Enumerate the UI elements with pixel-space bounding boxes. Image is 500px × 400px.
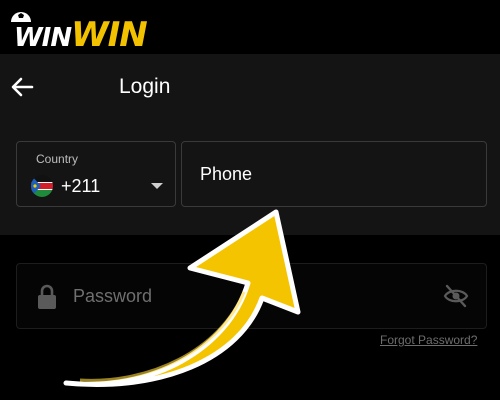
eye-off-icon[interactable]	[443, 284, 469, 308]
logo-word-gold: WIN	[71, 15, 148, 55]
country-select[interactable]: Country +211	[16, 141, 176, 207]
phone-input[interactable]	[181, 141, 487, 207]
password-field[interactable]	[16, 263, 487, 329]
top-bar: WINWIN	[0, 0, 500, 54]
south-sudan-flag-icon	[31, 175, 53, 197]
back-arrow-icon[interactable]	[10, 76, 34, 98]
forgot-password-link[interactable]: Forgot Password?	[380, 333, 477, 347]
country-label: Country	[36, 152, 79, 166]
logo-word-white: WIN	[14, 23, 72, 53]
chevron-down-icon	[151, 183, 163, 189]
page-title: Login	[119, 75, 171, 98]
logo-text: WINWIN	[14, 15, 148, 55]
country-code: +211	[61, 176, 101, 196]
lock-icon	[38, 284, 56, 309]
login-header-panel: Login Country +211	[0, 54, 500, 235]
password-input[interactable]	[69, 264, 429, 328]
